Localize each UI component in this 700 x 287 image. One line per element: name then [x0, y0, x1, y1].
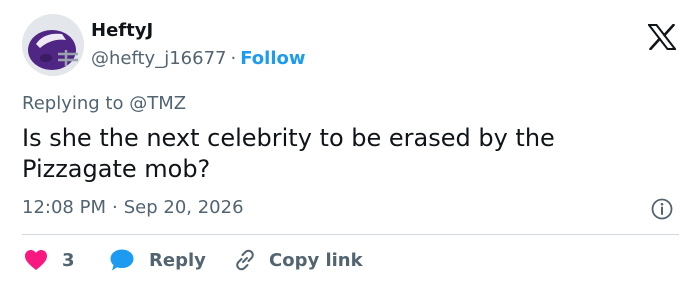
like-count: 3 — [62, 249, 75, 271]
divider — [22, 234, 679, 235]
replying-to-mention[interactable]: @TMZ — [129, 93, 186, 114]
tweet-text: Is she the next celebrity to be erased b… — [22, 124, 555, 183]
speech-bubble-icon — [110, 249, 134, 271]
author-display-name[interactable]: HeftyJ — [91, 20, 153, 41]
link-icon — [236, 249, 254, 271]
timestamp-time: 12:08 PM — [22, 197, 106, 218]
info-icon[interactable] — [651, 198, 673, 220]
author-handle[interactable]: @hefty_j16677 — [91, 48, 226, 69]
author-handle-row: @hefty_j16677 · Follow — [91, 48, 306, 69]
x-logo-icon[interactable] — [648, 24, 676, 50]
like-button[interactable]: 3 — [24, 247, 75, 273]
reply-label: Reply — [149, 249, 206, 271]
copy-link-label: Copy link — [269, 249, 363, 271]
follow-button[interactable]: Follow — [240, 48, 305, 69]
copy-link-button[interactable]: Copy link — [233, 247, 363, 273]
reply-button[interactable]: Reply — [109, 247, 206, 273]
replying-to: Replying to @TMZ — [22, 93, 186, 114]
tweet-card: HeftyJ @hefty_j16677 · Follow Replying to … — [0, 0, 700, 287]
avatar-helmet-image — [22, 14, 84, 76]
replying-to-prefix: Replying to — [22, 93, 124, 114]
timestamp-date: Sep 20, 2026 — [123, 197, 244, 218]
avatar[interactable] — [22, 14, 84, 76]
heart-icon — [25, 250, 47, 270]
timestamp-separator: · — [111, 197, 118, 218]
separator-dot: · — [230, 48, 237, 69]
timestamp[interactable]: 12:08 PM · Sep 20, 2026 — [22, 197, 244, 218]
